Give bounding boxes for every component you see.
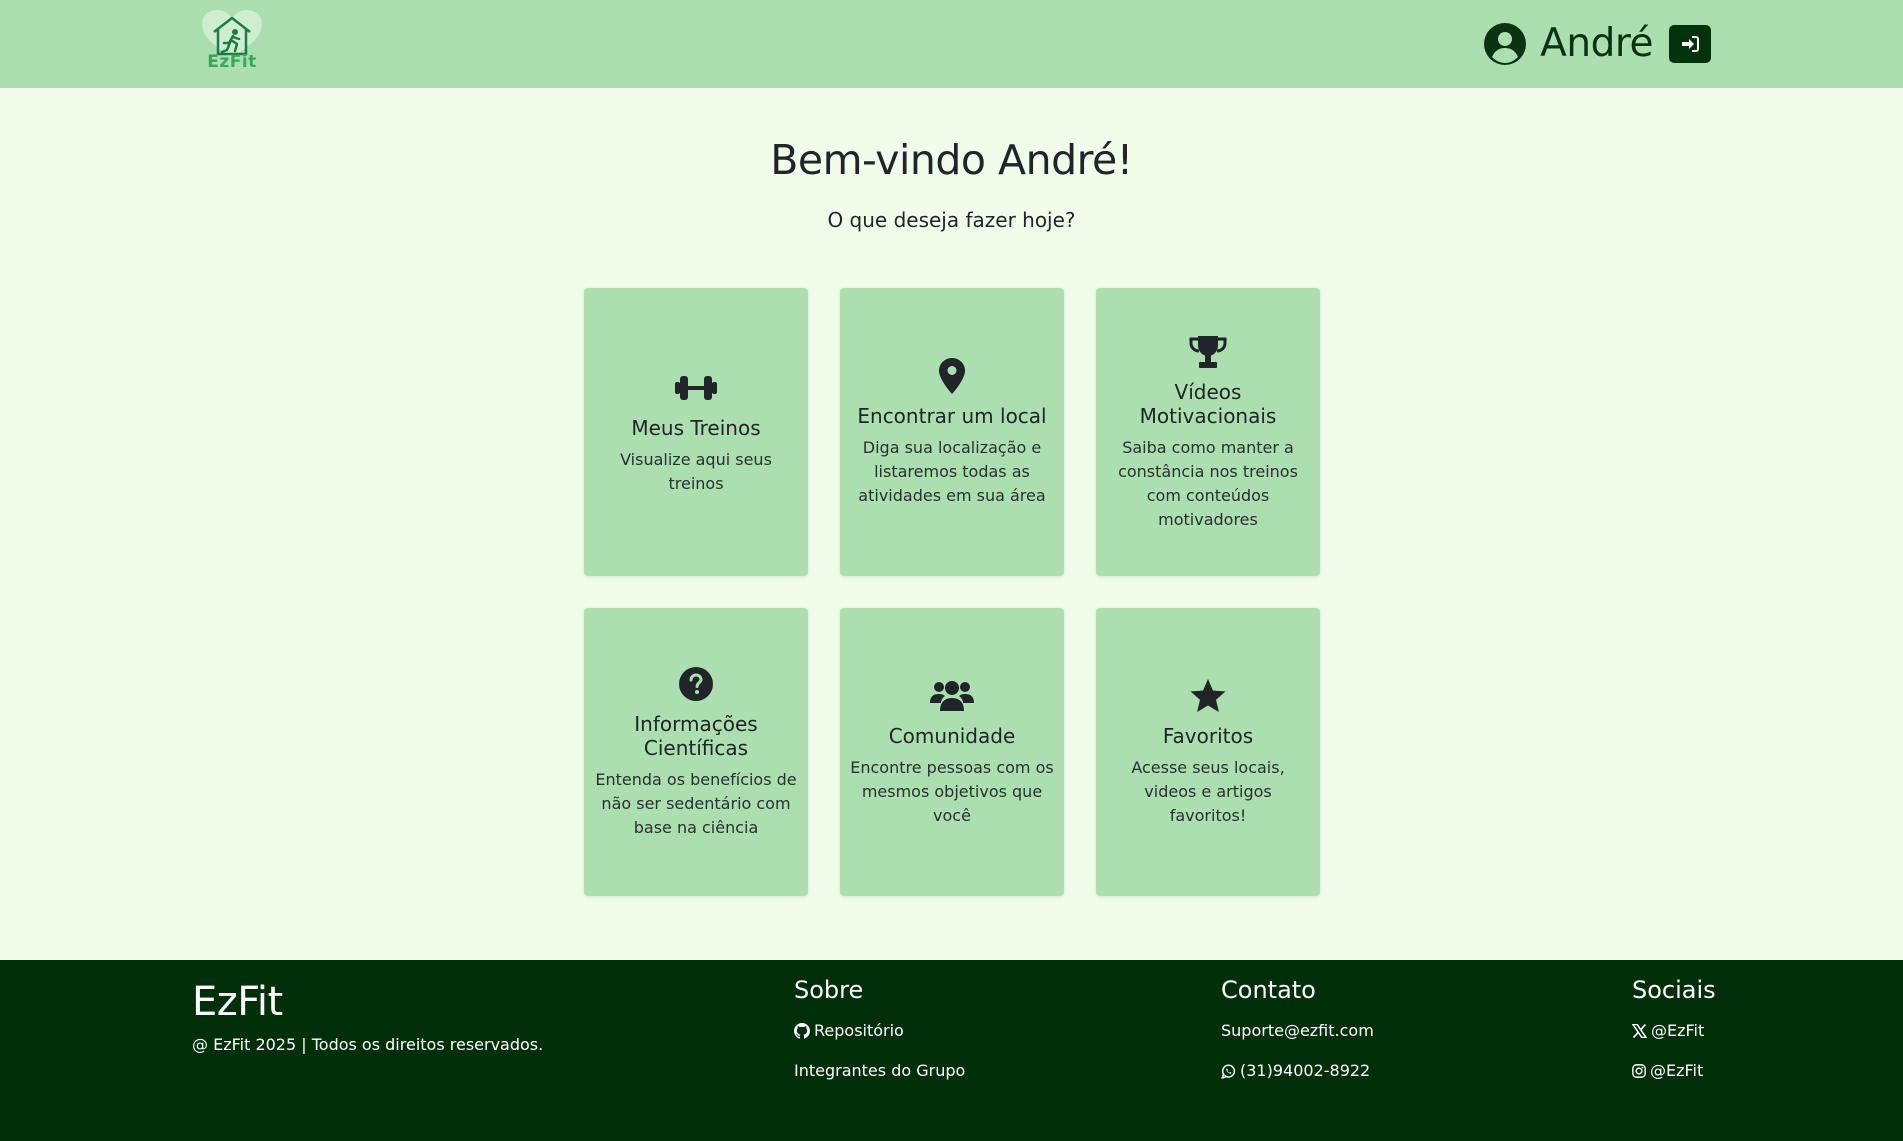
user-menu: André	[1484, 22, 1711, 66]
support-email-label: Suporte@ezfit.com	[1221, 1021, 1374, 1040]
card-informacoes-cientificas[interactable]: Informações Científicas Entenda os benef…	[584, 608, 808, 896]
whatsapp-label: (31)94002-8922	[1240, 1061, 1371, 1080]
card-description: Saiba como manter a constância nos trein…	[1118, 438, 1298, 529]
instagram-label: @EzFit	[1650, 1061, 1704, 1080]
card-title: Meus Treinos	[631, 416, 761, 440]
footer-heading-contato: Contato	[1221, 976, 1316, 1004]
user-circle-icon[interactable]	[1484, 23, 1527, 65]
top-navbar: EzFit André	[0, 0, 1903, 88]
card-comunidade[interactable]: Comunidade Encontre pessoas com os mesmo…	[840, 608, 1064, 896]
footer-brand: EzFit	[192, 979, 283, 1025]
whatsapp-link[interactable]: (31)94002-8922	[1221, 1060, 1374, 1082]
card-title: Encontrar um local	[857, 404, 1047, 428]
logo-text: EzFit	[207, 52, 257, 72]
card-title: Informações Científicas	[634, 712, 758, 760]
repositorio-label: Repositório	[814, 1021, 904, 1040]
ezfit-logo[interactable]: EzFit	[199, 10, 265, 74]
card-encontrar-local[interactable]: Encontrar um local Diga sua localização …	[840, 288, 1064, 576]
card-favoritos[interactable]: Favoritos Acesse seus locais, videos e a…	[1096, 608, 1320, 896]
star-icon	[1190, 679, 1226, 712]
x-twitter-icon	[1632, 1024, 1647, 1038]
card-description: Entenda os benefícios de não ser sedentá…	[595, 770, 797, 837]
integrantes-label: Integrantes do Grupo	[794, 1061, 966, 1080]
card-videos-motivacionais[interactable]: Vídeos Motivacionais Saiba como manter a…	[1096, 288, 1320, 576]
x-twitter-link[interactable]: @EzFit	[1632, 1020, 1716, 1042]
sign-in-icon	[1682, 36, 1699, 52]
footer-col-sobre: Sobre Repositório Integrantes do Grupo	[794, 974, 965, 1100]
support-email-link[interactable]: Suporte@ezfit.com	[1221, 1020, 1374, 1042]
location-pin-icon	[939, 358, 965, 394]
card-title: Favoritos	[1162, 724, 1254, 748]
footer-heading-sociais: Sociais	[1632, 976, 1716, 1004]
github-icon	[794, 1023, 810, 1039]
card-description: Acesse seus locais, videos e artigos fav…	[1131, 758, 1285, 825]
footer-heading-sobre: Sobre	[794, 976, 864, 1004]
user-name[interactable]: André	[1540, 22, 1653, 66]
repositorio-link[interactable]: Repositório	[794, 1020, 965, 1042]
instagram-link[interactable]: @EzFit	[1632, 1060, 1716, 1082]
footer-col-contato: Contato Suporte@ezfit.com (31)94002-8922	[1221, 974, 1374, 1100]
users-icon	[930, 681, 974, 711]
welcome-title: Bem-vindo André!	[770, 136, 1133, 184]
footer-col-sociais: Sociais @EzFit @EzFit	[1632, 974, 1716, 1100]
login-logout-button[interactable]	[1669, 25, 1711, 63]
footer: EzFit @ EzFit 2025 | Todos os direitos r…	[0, 960, 1903, 1141]
dumbbell-icon	[675, 376, 717, 400]
trophy-icon	[1189, 336, 1227, 368]
card-description: Diga sua localização e listaremos todas …	[858, 438, 1046, 505]
question-circle-icon	[679, 667, 713, 701]
card-meus-treinos[interactable]: Meus Treinos Visualize aqui seus treinos	[584, 288, 808, 576]
card-title: Comunidade	[888, 724, 1016, 748]
footer-copyright: @ EzFit 2025 | Todos os direitos reserva…	[192, 1035, 544, 1054]
x-twitter-label: @EzFit	[1651, 1021, 1705, 1040]
card-description: Visualize aqui seus treinos	[620, 450, 772, 493]
whatsapp-icon	[1221, 1064, 1236, 1079]
welcome-subtitle: O que deseja fazer hoje?	[827, 208, 1076, 232]
card-title: Vídeos Motivacionais	[1139, 380, 1277, 428]
integrantes-link[interactable]: Integrantes do Grupo	[794, 1060, 965, 1082]
card-description: Encontre pessoas com os mesmos objetivos…	[850, 758, 1054, 825]
instagram-icon	[1632, 1064, 1646, 1078]
